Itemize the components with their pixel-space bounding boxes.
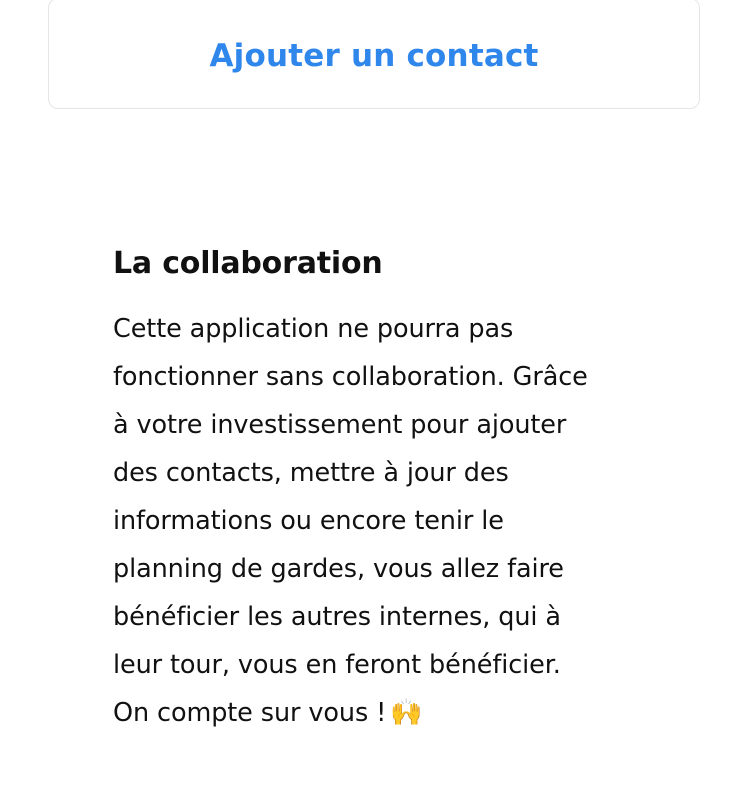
- add-contact-label: Ajouter un contact: [209, 37, 539, 74]
- add-contact-button[interactable]: Ajouter un contact: [48, 0, 700, 109]
- body-line-1: Cette application ne pourra pas: [113, 314, 514, 344]
- body-line-6: planning de gardes, vous allez faire: [113, 554, 564, 584]
- body-line-2: fonctionner sans collaboration. Grâce: [113, 362, 588, 392]
- body-line-7: bénéficier les autres internes, qui à: [113, 602, 561, 632]
- raising-hands-icon: 🙌: [390, 698, 423, 728]
- body-line-4: des contacts, mettre à jour des: [113, 458, 509, 488]
- section-body: Cette application ne pourra pas fonction…: [113, 305, 673, 737]
- body-line-9: On compte sur vous !: [113, 698, 387, 728]
- body-line-8: leur tour, vous en feront bénéficier.: [113, 650, 561, 680]
- body-line-3: à votre investissement pour ajouter: [113, 410, 567, 440]
- collaboration-section: La collaboration Cette application ne po…: [113, 240, 673, 737]
- section-title: La collaboration: [113, 246, 383, 281]
- body-line-5: informations ou encore tenir le: [113, 506, 504, 536]
